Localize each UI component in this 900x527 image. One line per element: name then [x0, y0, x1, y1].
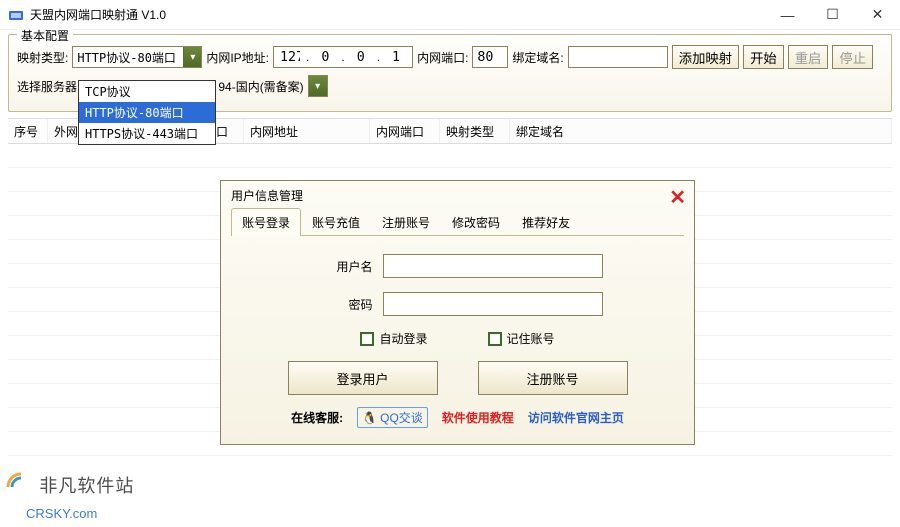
chevron-down-icon[interactable]: ▾: [309, 76, 327, 96]
th-map-type[interactable]: 映射类型: [440, 119, 510, 143]
restart-button[interactable]: 重启: [788, 45, 829, 69]
close-button[interactable]: ✕: [855, 0, 900, 29]
tab-login[interactable]: 账号登录: [231, 208, 301, 236]
login-form: 用户名 密码 自动登录 记住账号 登录用户 注册账号 在线客服: 🐧 Q: [221, 236, 694, 434]
app-icon: [8, 7, 24, 23]
lan-ip-input[interactable]: . . .: [273, 46, 413, 68]
start-button[interactable]: 开始: [743, 45, 784, 69]
server-combo[interactable]: ▾: [308, 75, 328, 97]
remember-account-checkbox[interactable]: 记住账号: [488, 330, 555, 347]
watermark: 非凡软件站 CRSKY.com: [6, 472, 134, 521]
password-input[interactable]: [383, 292, 603, 316]
tab-refer[interactable]: 推荐好友: [511, 208, 581, 236]
lan-port-label: 内网端口:: [417, 49, 468, 66]
tab-recharge[interactable]: 账号充值: [301, 208, 371, 236]
lan-ip-label: 内网IP地址:: [206, 49, 269, 66]
tab-changepwd[interactable]: 修改密码: [441, 208, 511, 236]
stop-button[interactable]: 停止: [832, 45, 873, 69]
ip-seg-c[interactable]: [347, 48, 375, 66]
th-domain[interactable]: 绑定域名: [510, 119, 892, 143]
table-row: [8, 144, 892, 168]
login-button[interactable]: 登录用户: [288, 361, 438, 395]
dropdown-option-https[interactable]: HTTPS协议-443端口: [79, 123, 215, 144]
mapping-type-label: 映射类型:: [17, 49, 68, 66]
remember-label: 记住账号: [507, 330, 555, 347]
th-seq[interactable]: 序号: [8, 119, 48, 143]
config-row-1: 映射类型: HTTP协议-80端口 ▾ 内网IP地址: . . . 内网端口: …: [17, 45, 883, 69]
minimize-button[interactable]: —: [765, 0, 810, 29]
qq-chat-link[interactable]: 🐧 QQ交谈: [357, 407, 428, 428]
add-mapping-button[interactable]: 添加映射: [672, 45, 739, 69]
checkbox-icon: [488, 332, 502, 346]
ip-seg-b[interactable]: [311, 48, 339, 66]
server-suffix: 94-国内(需备案): [218, 78, 303, 95]
official-site-link[interactable]: 访问软件官网主页: [528, 409, 624, 426]
lan-port-input[interactable]: [472, 46, 508, 68]
chevron-down-icon[interactable]: ▾: [183, 47, 201, 67]
dropdown-option-tcp[interactable]: TCP协议: [79, 81, 215, 102]
dialog-tabs: 账号登录 账号充值 注册账号 修改密码 推荐好友: [231, 208, 684, 236]
mapping-type-dropdown[interactable]: TCP协议 HTTP协议-80端口 HTTPS协议-443端口: [78, 80, 216, 145]
th-lan-addr[interactable]: 内网地址: [244, 119, 370, 143]
register-button[interactable]: 注册账号: [478, 361, 628, 395]
tutorial-link[interactable]: 软件使用教程: [442, 409, 514, 426]
maximize-button[interactable]: ☐: [810, 0, 855, 29]
server-label: 选择服务器:: [17, 78, 80, 95]
tab-register[interactable]: 注册账号: [371, 208, 441, 236]
service-label: 在线客服:: [291, 409, 343, 426]
password-label: 密码: [313, 296, 373, 313]
username-input[interactable]: [383, 254, 603, 278]
auto-login-label: 自动登录: [379, 330, 427, 347]
mapping-type-combo[interactable]: HTTP协议-80端口 ▾: [72, 46, 202, 68]
window-title: 天盟内网端口映射通 V1.0: [30, 6, 765, 23]
bind-domain-label: 绑定域名:: [512, 49, 563, 66]
title-bar: 天盟内网端口映射通 V1.0 — ☐ ✕: [0, 0, 900, 30]
th-lan-port[interactable]: 内网端口: [370, 119, 440, 143]
username-label: 用户名: [313, 258, 373, 275]
qq-icon: 🐧: [362, 411, 377, 425]
user-info-dialog: ✕ 用户信息管理 账号登录 账号充值 注册账号 修改密码 推荐好友 用户名 密码…: [220, 180, 695, 445]
watermark-text: 非凡软件站: [39, 476, 134, 496]
bind-domain-input[interactable]: [568, 46, 668, 68]
watermark-url: CRSKY.com: [26, 506, 97, 521]
checkbox-icon: [360, 332, 374, 346]
mapping-type-value: HTTP协议-80端口: [73, 49, 180, 66]
dialog-title: 用户信息管理: [221, 181, 694, 208]
dialog-close-button[interactable]: ✕: [669, 185, 686, 210]
ip-seg-a[interactable]: [276, 48, 304, 66]
auto-login-checkbox[interactable]: 自动登录: [360, 330, 427, 347]
dropdown-option-http[interactable]: HTTP协议-80端口: [79, 102, 215, 123]
group-title: 基本配置: [17, 27, 73, 44]
watermark-icon: [6, 472, 36, 506]
ip-seg-d[interactable]: [382, 48, 410, 66]
